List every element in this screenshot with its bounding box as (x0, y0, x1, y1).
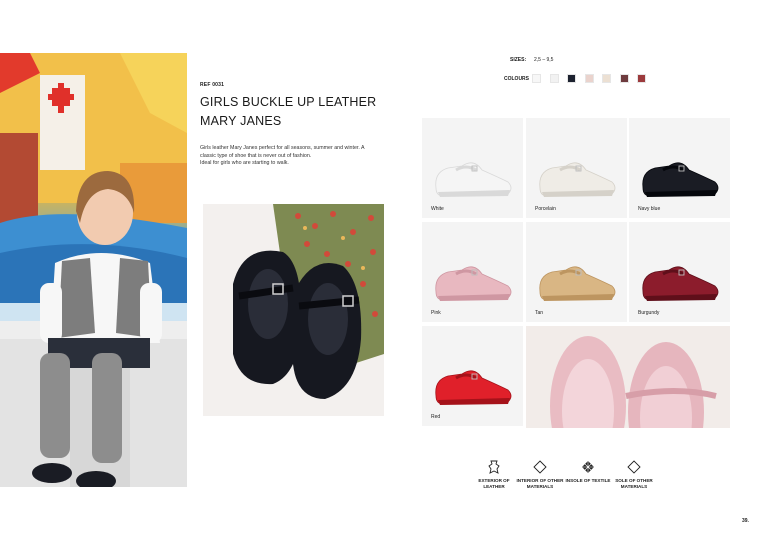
variant-tile[interactable]: White (422, 118, 523, 218)
variant-tile[interactable]: Red (422, 326, 523, 426)
feature-item: SOLE OF OTHER MATERIALS (610, 460, 658, 490)
product-title: GIRLS BUCKLE UP LEATHER MARY JANES (200, 93, 380, 131)
shoe-image (435, 162, 512, 197)
variant-grid: White Porcelain Navy blue Pink Tan Burgundy Re… (422, 118, 730, 428)
variant-label: Navy blue (638, 206, 661, 212)
feature-label: INSOLE OF TEXTILE (565, 478, 611, 483)
description-line-2: classic type of shoe that is never out o… (200, 152, 312, 159)
product-description: Girls leather Mary Janes perfect for all… (200, 145, 385, 168)
variant-label: Pink (431, 310, 441, 316)
feature-label: MATERIALS (620, 484, 648, 489)
colour-swatch[interactable] (637, 74, 646, 83)
variant-tile[interactable]: Tan (526, 222, 627, 322)
diamond-outline-icon (627, 460, 641, 474)
description-line-3: Ideal for girls who are starting to walk… (200, 160, 289, 167)
hero-photo-toddler (0, 53, 187, 487)
feature-label: MATERIALS (526, 484, 554, 489)
shoe-image (642, 266, 719, 301)
variant-tile[interactable]: Navy blue (629, 118, 730, 218)
product-ref: REF 0031 (200, 82, 225, 88)
product-title-line-1: GIRLS BUCKLE UP LEATHER (200, 95, 377, 109)
variant-tile[interactable]: Burgundy (629, 222, 730, 322)
shoe-image (435, 370, 512, 405)
shoe-image (642, 162, 719, 197)
leather-hide-icon (488, 460, 500, 474)
detail-photo-pink-pair (526, 326, 730, 428)
product-title-line-2: MARY JANES (200, 114, 282, 128)
shoe-image (539, 266, 616, 301)
feature-item: INSOLE OF TEXTILE (564, 460, 612, 484)
colour-swatch[interactable] (549, 74, 559, 83)
colour-swatch[interactable] (584, 74, 594, 83)
product-photo-navy-pair (203, 204, 384, 416)
sizes-value: 2,5 – 9,5 (534, 57, 554, 63)
description-line-1: Girls leather Mary Janes perfect for all… (200, 145, 365, 151)
feature-item: EXTERIOR OF LEATHER (470, 460, 518, 490)
colour-swatch[interactable] (567, 74, 576, 83)
shoe-image (539, 162, 616, 197)
variant-tile[interactable]: Porcelain (526, 118, 627, 218)
shoe-image (435, 266, 512, 301)
colour-swatch[interactable] (619, 74, 629, 83)
feature-label: LEATHER (483, 484, 505, 489)
variant-label: Porcelain (535, 206, 556, 212)
page-number: 39. (742, 518, 749, 524)
sizes-label: SIZES: (510, 57, 527, 63)
variant-label: Burgundy (638, 310, 660, 316)
feature-item: INTERIOR OF OTHER MATERIALS (516, 460, 564, 490)
textile-weave-icon (582, 461, 594, 473)
diamond-outline-icon (533, 460, 547, 474)
material-features: EXTERIOR OF LEATHER INTERIOR OF OTHER MATER… (478, 460, 666, 500)
variant-label: Tan (535, 310, 544, 316)
colours-label: COLOURS (504, 76, 529, 82)
colour-swatch[interactable] (532, 74, 541, 83)
variant-label: White (431, 206, 444, 212)
colour-swatches (532, 74, 646, 83)
variant-label: Red (431, 414, 441, 420)
colour-swatch[interactable] (602, 74, 611, 83)
variant-tile[interactable]: Pink (422, 222, 523, 322)
